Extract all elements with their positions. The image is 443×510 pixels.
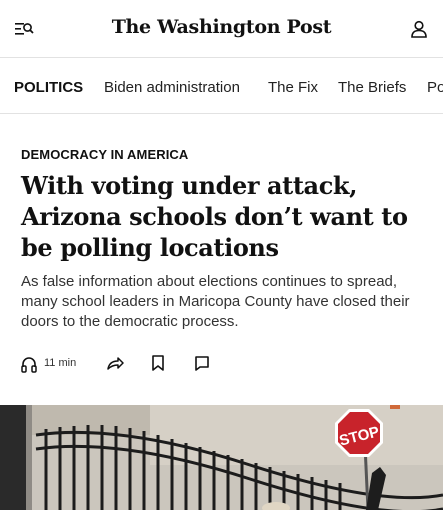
article-lead-photo[interactable]: STOP [0, 405, 443, 510]
lead-photo-image: STOP [0, 405, 443, 510]
section-nav-item-the-fix[interactable]: The Fix [268, 79, 318, 96]
article-headline: With voting under attack, Arizona school… [21, 171, 408, 262]
bookmark-icon[interactable] [151, 354, 165, 374]
section-nav-item-the-briefs[interactable]: The Briefs [338, 79, 406, 96]
comments-icon[interactable] [194, 354, 210, 374]
user-account-icon[interactable] [409, 19, 429, 39]
section-nav-item-po[interactable]: Po [427, 79, 443, 96]
section-nav-item-biden-administration[interactable]: Biden administration [104, 79, 240, 96]
listen-time-label: 11 min [44, 357, 77, 369]
section-nav: POLITICS Biden administration The Fix Th… [0, 58, 443, 114]
listen-button[interactable]: 11 min [21, 354, 91, 374]
site-logo[interactable]: The Washington Post [0, 16, 443, 38]
article-dek: As false information about elections con… [21, 273, 410, 330]
section-nav-item-politics[interactable]: POLITICS [14, 79, 83, 96]
share-icon[interactable] [106, 354, 124, 374]
article-kicker[interactable]: DEMOCRACY IN AMERICA [21, 147, 188, 162]
headphones-icon [21, 357, 37, 373]
site-header: The Washington Post [0, 0, 443, 58]
